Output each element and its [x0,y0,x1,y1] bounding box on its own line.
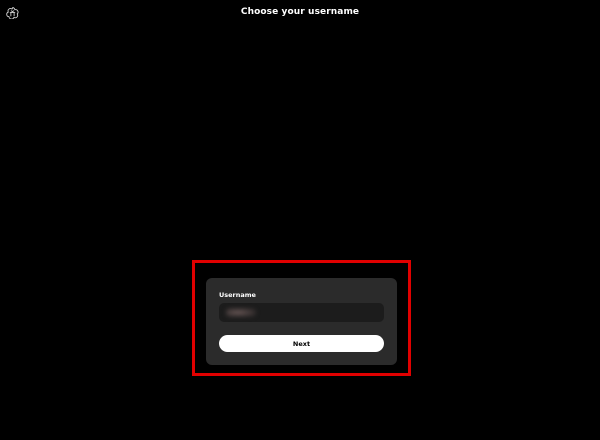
page: Choose your username Username Next [0,0,600,440]
username-card: Username Next [206,278,397,365]
next-button[interactable]: Next [219,335,384,352]
username-label: Username [219,291,256,299]
page-title: Choose your username [240,7,360,17]
username-input[interactable] [219,303,384,322]
